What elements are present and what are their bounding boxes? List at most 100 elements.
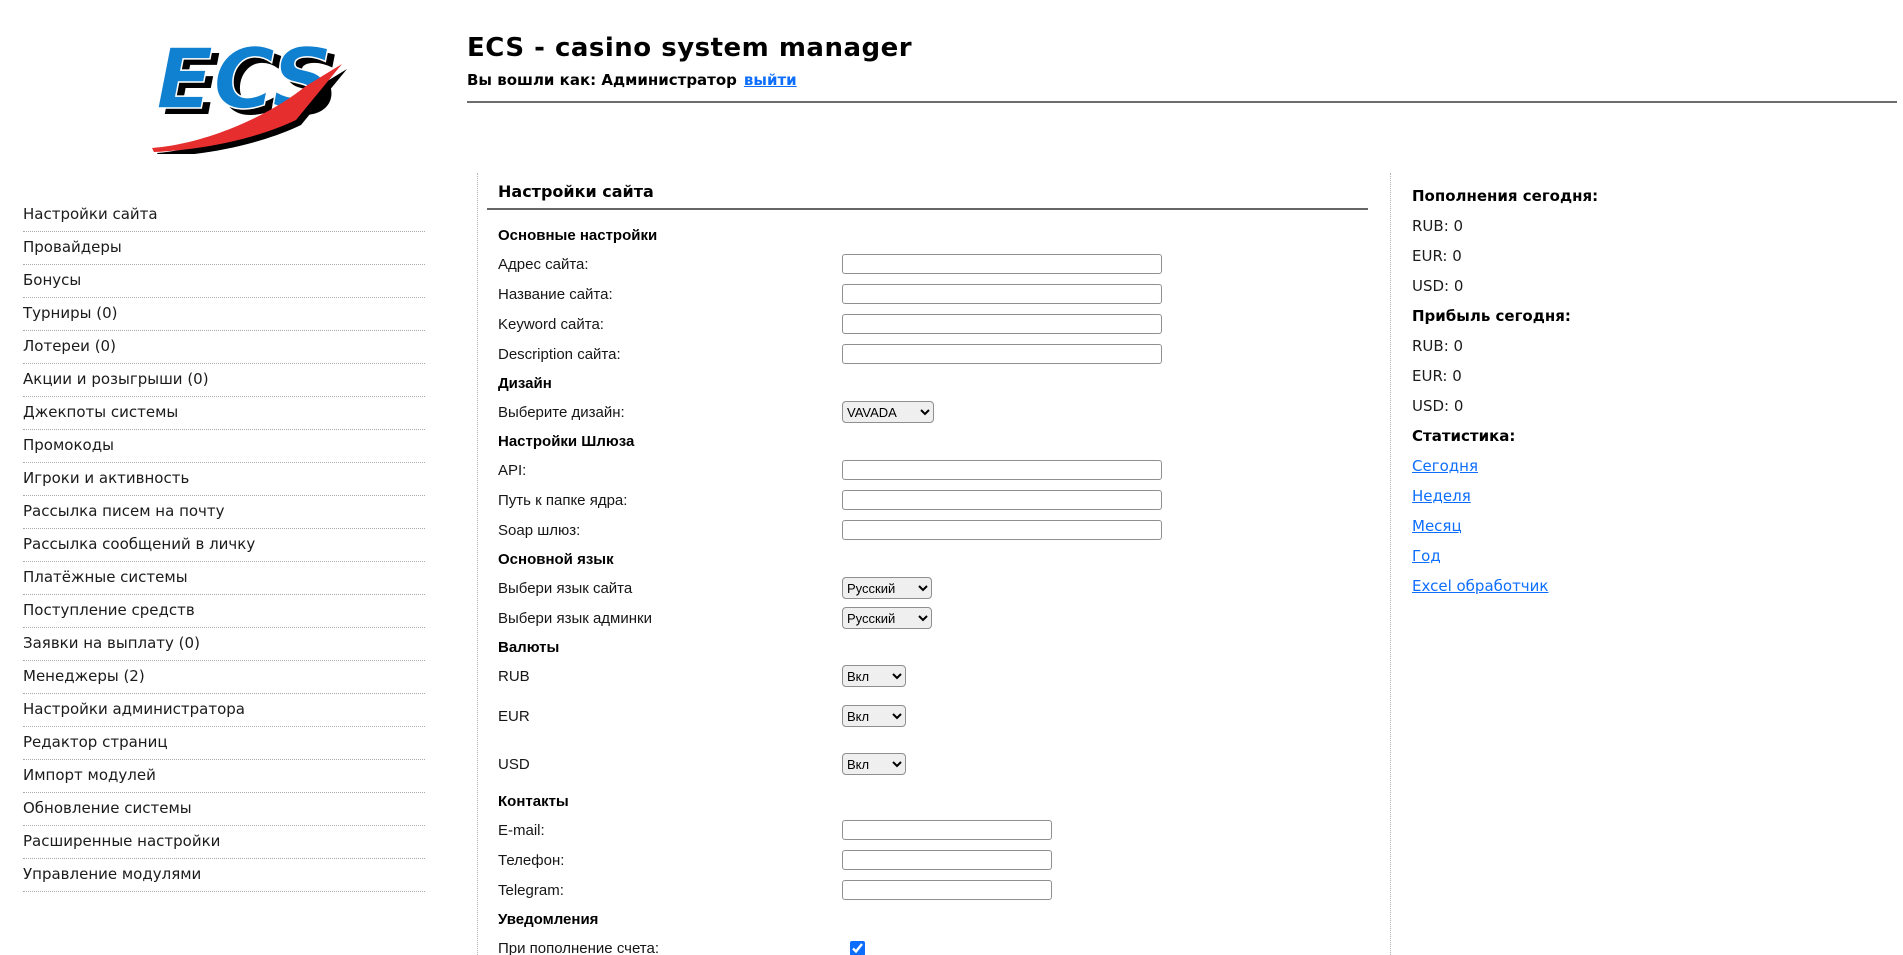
api-input[interactable] xyxy=(842,460,1162,480)
eur-select[interactable]: Вкл xyxy=(842,705,906,727)
site-name-label: Название сайта: xyxy=(498,285,613,303)
sidebar-item[interactable]: Рассылка сообщений в личку xyxy=(23,529,425,562)
site-description-row: Description сайта: xyxy=(498,339,1370,369)
design-section-label: Дизайн xyxy=(498,374,552,392)
sidebar-item[interactable]: Акции и розыгрыши (0) xyxy=(23,364,425,397)
sidebar-item[interactable]: Рассылка писем на почту xyxy=(23,496,425,529)
notifications-section-label: Уведомления xyxy=(498,910,599,928)
soap-gateway-label: Soap шлюз: xyxy=(498,521,581,539)
rub-select[interactable]: Вкл xyxy=(842,665,906,687)
sidebar-item[interactable]: Управление модулями xyxy=(23,859,425,892)
stats-link-month[interactable]: Месяц xyxy=(1412,517,1462,535)
sidebar-item[interactable]: Платёжные системы xyxy=(23,562,425,595)
design-row: Выберите дизайн: VAVADA xyxy=(498,397,1370,427)
site-name-row: Название сайта: xyxy=(498,279,1370,309)
stats-link-week[interactable]: Неделя xyxy=(1412,487,1471,505)
sidebar-item[interactable]: Настройки администратора xyxy=(23,694,425,727)
deposits-usd: USD: 0 xyxy=(1412,277,1464,295)
design-label: Выберите дизайн: xyxy=(498,403,625,421)
general-settings-section-row: Основные настройки xyxy=(498,221,1370,249)
header-divider xyxy=(467,101,1897,103)
site-keyword-input[interactable] xyxy=(842,314,1162,334)
sidebar-item[interactable]: Джекпоты системы xyxy=(23,397,425,430)
site-description-label: Description сайта: xyxy=(498,345,621,363)
gateway-section-row: Настройки Шлюза xyxy=(498,427,1370,455)
admin-language-label: Выбери язык админки xyxy=(498,609,652,627)
core-path-label: Путь к папке ядра: xyxy=(498,491,628,509)
sidebar-item[interactable]: Турниры (0) xyxy=(23,298,425,331)
site-address-label: Адрес сайта: xyxy=(498,255,589,273)
design-select[interactable]: VAVADA xyxy=(842,401,934,423)
site-address-row: Адрес сайта: xyxy=(498,249,1370,279)
sidebar-menu: Настройки сайта Провайдеры Бонусы Турниры (… xyxy=(23,199,425,892)
sidebar-item[interactable]: Лотереи (0) xyxy=(23,331,425,364)
ecs-logo: ECS ECS xyxy=(152,29,347,154)
notifications-section-row: Уведомления xyxy=(498,905,1370,933)
profit-rub: RUB: 0 xyxy=(1412,337,1464,355)
phone-label: Телефон: xyxy=(498,851,565,869)
sidebar-item[interactable]: Заявки на выплату (0) xyxy=(23,628,425,661)
language-section-label: Основной язык xyxy=(498,550,614,568)
sidebar-item[interactable]: Редактор страниц xyxy=(23,727,425,760)
rub-row: RUB Вкл xyxy=(498,661,1370,691)
usd-row: USD Вкл xyxy=(498,749,1370,779)
site-address-input[interactable] xyxy=(842,254,1162,274)
design-section-row: Дизайн xyxy=(498,369,1370,397)
stats-panel: Пополнения сегодня: RUB: 0 EUR: 0 USD: 0 При… xyxy=(1412,181,1872,601)
usd-label: USD xyxy=(498,755,530,773)
stats-link-month-row: Месяц xyxy=(1412,511,1872,541)
phone-row: Телефон: xyxy=(498,845,1370,875)
deposit-notification-row: При пополнение счета: xyxy=(498,933,1370,955)
page-title: Настройки сайта xyxy=(498,182,654,201)
usd-select[interactable]: Вкл xyxy=(842,753,906,775)
sidebar-item[interactable]: Расширенные настройки xyxy=(23,826,425,859)
site-language-row: Выбери язык сайта Русский xyxy=(498,573,1370,603)
telegram-label: Telegram: xyxy=(498,881,564,899)
profit-eur: EUR: 0 xyxy=(1412,367,1462,385)
sidebar-item[interactable]: Менеджеры (2) xyxy=(23,661,425,694)
sidebar-item[interactable]: Настройки сайта xyxy=(23,199,425,232)
telegram-row: Telegram: xyxy=(498,875,1370,905)
site-description-input[interactable] xyxy=(842,344,1162,364)
email-input[interactable] xyxy=(842,820,1052,840)
deposit-notification-label: При пополнение счета: xyxy=(498,939,660,955)
stats-link-excel[interactable]: Excel обработчик xyxy=(1412,577,1548,595)
sidebar-item[interactable]: Игроки и активность xyxy=(23,463,425,496)
profit-usd: USD: 0 xyxy=(1412,397,1464,415)
left-column-divider xyxy=(477,173,478,955)
deposit-notification-checkbox[interactable] xyxy=(850,940,865,955)
telegram-input[interactable] xyxy=(842,880,1052,900)
stats-link-today[interactable]: Сегодня xyxy=(1412,457,1478,475)
main-content: Настройки сайта Основные настройки Адрес … xyxy=(487,182,1370,955)
core-path-row: Путь к папке ядра: xyxy=(498,485,1370,515)
soap-gateway-input[interactable] xyxy=(842,520,1162,540)
sidebar-item[interactable]: Обновление системы xyxy=(23,793,425,826)
eur-label: EUR xyxy=(498,707,530,725)
admin-language-select[interactable]: Русский xyxy=(842,607,932,629)
phone-input[interactable] xyxy=(842,850,1052,870)
sidebar-item[interactable]: Провайдеры xyxy=(23,232,425,265)
contacts-section-row: Контакты xyxy=(498,787,1370,815)
site-keyword-row: Keyword сайта: xyxy=(498,309,1370,339)
stats-link-year-row: Год xyxy=(1412,541,1872,571)
eur-row: EUR Вкл xyxy=(498,701,1370,731)
profit-today-title: Прибыль сегодня: xyxy=(1412,307,1571,325)
sidebar-item[interactable]: Поступление средств xyxy=(23,595,425,628)
contacts-section-label: Контакты xyxy=(498,792,569,810)
logout-link[interactable]: выйти xyxy=(744,71,797,89)
language-section-row: Основной язык xyxy=(498,545,1370,573)
stats-link-week-row: Неделя xyxy=(1412,481,1872,511)
site-language-select[interactable]: Русский xyxy=(842,577,932,599)
sidebar-item[interactable]: Импорт модулей xyxy=(23,760,425,793)
title-divider xyxy=(487,208,1368,210)
core-path-input[interactable] xyxy=(842,490,1162,510)
stats-link-today-row: Сегодня xyxy=(1412,451,1872,481)
stats-link-year[interactable]: Год xyxy=(1412,547,1441,565)
site-name-input[interactable] xyxy=(842,284,1162,304)
api-row: API: xyxy=(498,455,1370,485)
sidebar-item[interactable]: Бонусы xyxy=(23,265,425,298)
stats-link-excel-row: Excel обработчик xyxy=(1412,571,1872,601)
sidebar-item[interactable]: Промокоды xyxy=(23,430,425,463)
soap-gateway-row: Soap шлюз: xyxy=(498,515,1370,545)
api-label: API: xyxy=(498,461,527,479)
